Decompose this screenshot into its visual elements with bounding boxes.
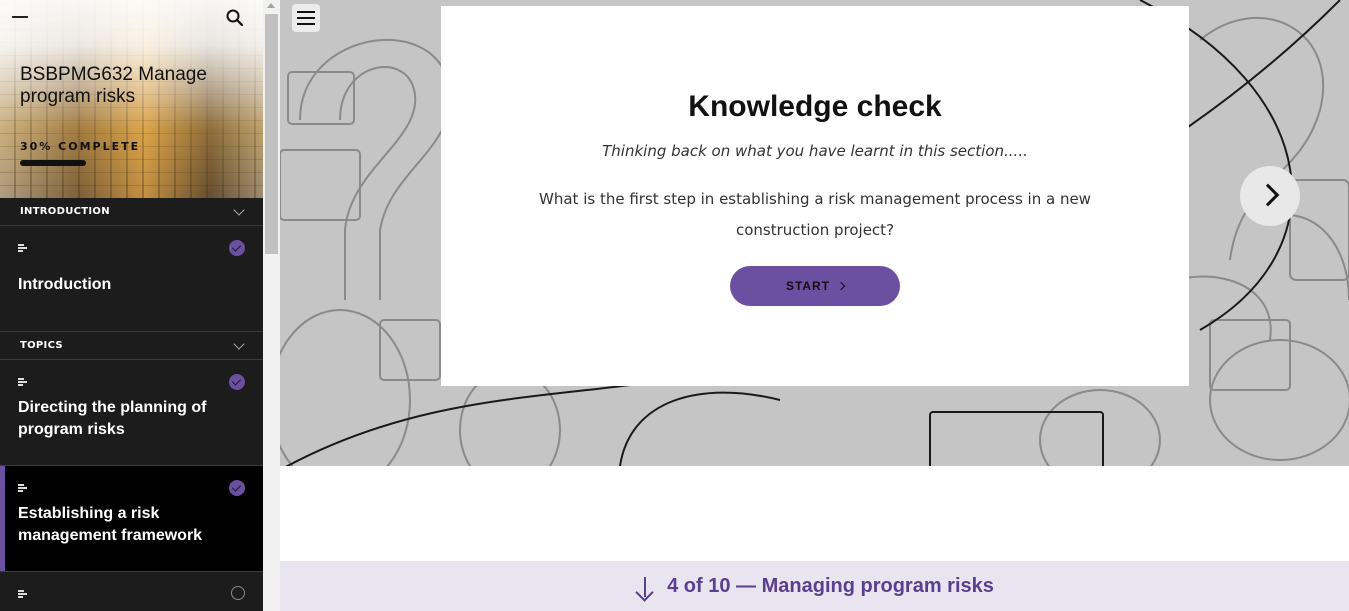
sidebar-lesson-risk-framework[interactable]: Establishing a risk management framework (0, 466, 263, 572)
sidebar-lesson-introduction[interactable]: Introduction (0, 226, 263, 332)
section-label: TOPICS (20, 340, 63, 351)
section-label: INTRODUCTION (20, 206, 110, 217)
progress-label: 30% COMPLETE (20, 140, 141, 153)
search-icon[interactable] (225, 8, 245, 28)
section-header-introduction[interactable]: INTRODUCTION (0, 198, 263, 226)
check-circle-icon (229, 240, 245, 256)
course-sidebar: BSBPMG632 Manage program risks 30% COMPL… (0, 0, 263, 611)
progress-bar (20, 160, 240, 166)
lesson-title: Introduction (18, 276, 112, 293)
document-lines-icon (18, 378, 28, 386)
sidebar-lesson-next[interactable] (0, 572, 263, 611)
check-circle-icon (229, 480, 245, 496)
course-title: BSBPMG632 Manage program risks (20, 64, 207, 107)
check-circle-icon (229, 374, 245, 390)
progress-bar-fill (20, 160, 86, 166)
lesson-title: Establishing a risk management framework (18, 505, 203, 544)
collapse-line-icon (12, 16, 28, 18)
sidebar-lesson-directing-planning[interactable]: Directing the planning of program risks (0, 360, 263, 466)
knowledge-check-banner: Knowledge check Thinking back on what yo… (280, 0, 1349, 466)
chevron-down-icon (233, 203, 245, 216)
arrow-down-icon (635, 577, 655, 599)
section-header-topics[interactable]: TOPICS (0, 332, 263, 360)
next-slide-button[interactable] (1240, 166, 1300, 226)
next-lesson-label: 4 of 10 — Managing program risks (667, 574, 994, 597)
card-intro: Thinking back on what you have learnt in… (602, 142, 1028, 160)
card-question: What is the first step in establishing a… (539, 190, 1091, 239)
next-lesson-link[interactable]: 4 of 10 — Managing program risks (280, 561, 1349, 611)
start-button-label: START (785, 279, 831, 293)
chevron-right-icon (836, 281, 846, 291)
start-button[interactable]: START (730, 266, 900, 306)
lesson-title: Directing the planning of program risks (18, 399, 207, 438)
document-lines-icon (18, 244, 28, 252)
hamburger-menu-icon[interactable] (292, 4, 320, 32)
empty-circle-icon (231, 586, 245, 600)
scroll-up-arrow-icon[interactable] (267, 3, 275, 8)
card-heading: Knowledge check (688, 90, 942, 123)
sidebar-scrollbar[interactable] (263, 0, 280, 611)
chevron-down-icon (233, 337, 245, 350)
course-hero: BSBPMG632 Manage program risks 30% COMPL… (0, 0, 263, 198)
knowledge-check-card: Knowledge check Thinking back on what yo… (441, 6, 1189, 386)
document-lines-icon (18, 484, 28, 492)
scrollbar-thumb[interactable] (265, 14, 278, 254)
lesson-content: Knowledge check Thinking back on what yo… (280, 0, 1349, 611)
document-lines-icon (18, 590, 28, 598)
